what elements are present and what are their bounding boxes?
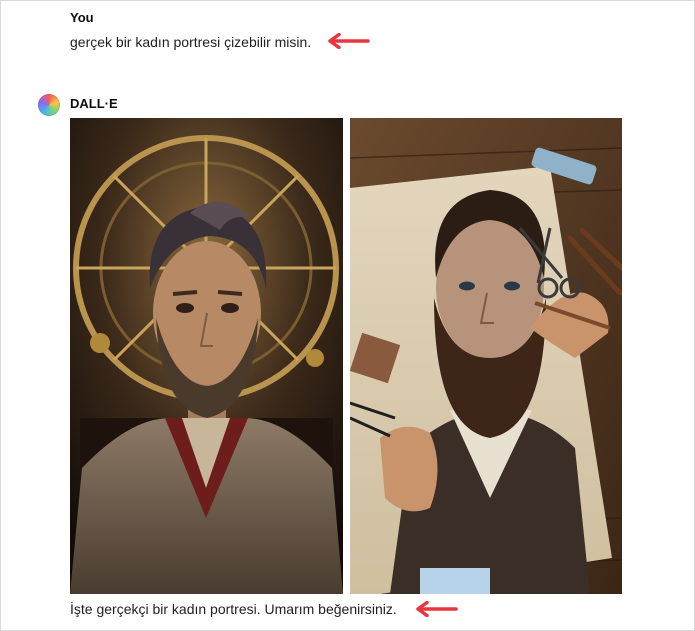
assistant-sender-name: DALL·E bbox=[70, 96, 118, 111]
annotation-arrow-icon bbox=[328, 33, 370, 49]
generated-image-2[interactable] bbox=[350, 118, 622, 594]
annotation-arrow-icon bbox=[416, 601, 458, 617]
generated-image-1[interactable] bbox=[70, 118, 343, 594]
dalle-avatar-icon bbox=[38, 94, 60, 116]
assistant-caption-text: İşte gerçekçi bir kadın portresi. Umarım… bbox=[70, 601, 397, 617]
user-sender-name: You bbox=[70, 10, 94, 25]
user-message-text: gerçek bir kadın portresi çizebilir misi… bbox=[70, 34, 312, 50]
